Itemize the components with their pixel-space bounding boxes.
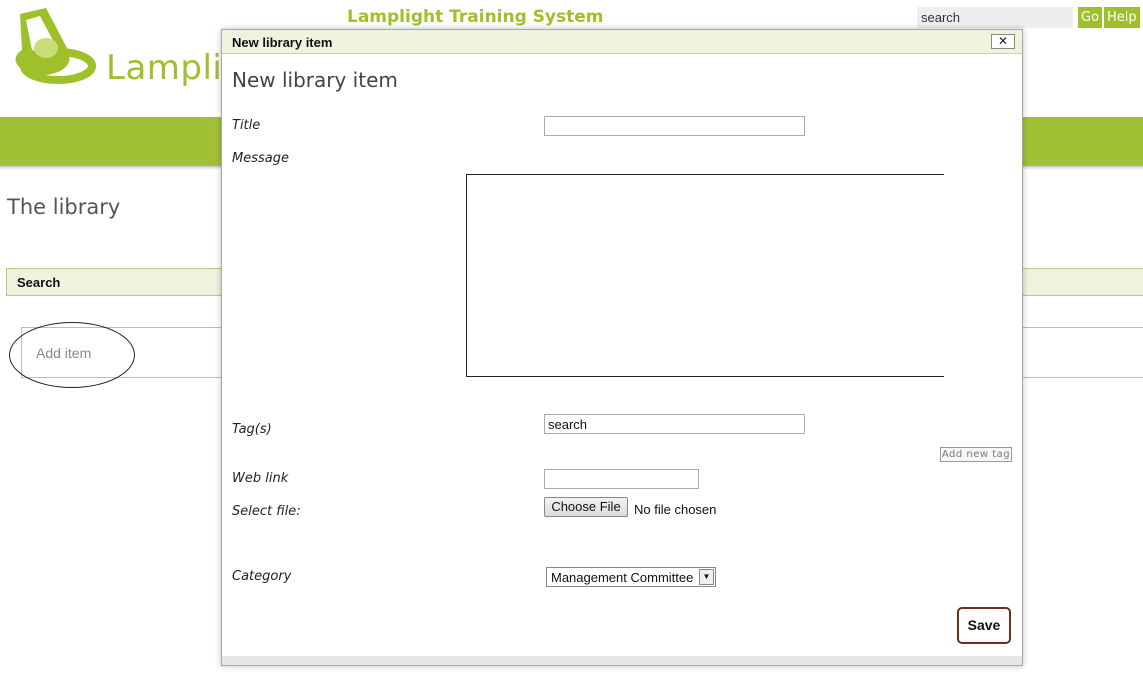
- top-search-input[interactable]: [917, 7, 1073, 28]
- category-select[interactable]: Management Committee ▼: [546, 567, 716, 587]
- tags-input[interactable]: [544, 414, 805, 434]
- no-file-text: No file chosen: [634, 502, 717, 517]
- chevron-down-icon[interactable]: ▼: [699, 569, 714, 585]
- message-label: Message: [232, 151, 289, 166]
- dialog-bar-title: New library item: [232, 35, 333, 50]
- new-library-item-dialog: New library item ✕ New library item Titl…: [221, 29, 1023, 666]
- dialog-heading: New library item: [232, 68, 398, 92]
- lamp-icon: [15, 8, 96, 84]
- search-panel-label: Search: [17, 275, 61, 290]
- category-label: Category: [232, 569, 292, 584]
- choose-file-button[interactable]: Choose File: [544, 497, 628, 517]
- weblink-input[interactable]: [544, 469, 699, 489]
- weblink-label: Web link: [232, 471, 289, 486]
- title-input[interactable]: [544, 116, 805, 136]
- tags-label: Tag(s): [232, 422, 272, 437]
- help-button[interactable]: Help: [1104, 7, 1140, 28]
- category-selected-value: Management Committee: [551, 570, 694, 585]
- close-icon[interactable]: ✕: [991, 34, 1015, 49]
- site-logo[interactable]: Lamplig: [6, 6, 244, 88]
- file-label: Select file:: [232, 504, 301, 519]
- save-button[interactable]: Save: [957, 607, 1011, 644]
- go-button[interactable]: Go: [1078, 7, 1103, 28]
- dialog-footer: [222, 656, 1022, 665]
- page-title: The library: [7, 195, 121, 219]
- site-title: Lamplight Training System: [347, 7, 604, 27]
- message-textarea[interactable]: [466, 174, 944, 377]
- annotation-circle: [9, 322, 135, 388]
- dialog-title-bar[interactable]: New library item ✕: [222, 30, 1022, 54]
- title-label: Title: [232, 118, 261, 133]
- add-new-tag-button[interactable]: Add new tag: [940, 447, 1012, 462]
